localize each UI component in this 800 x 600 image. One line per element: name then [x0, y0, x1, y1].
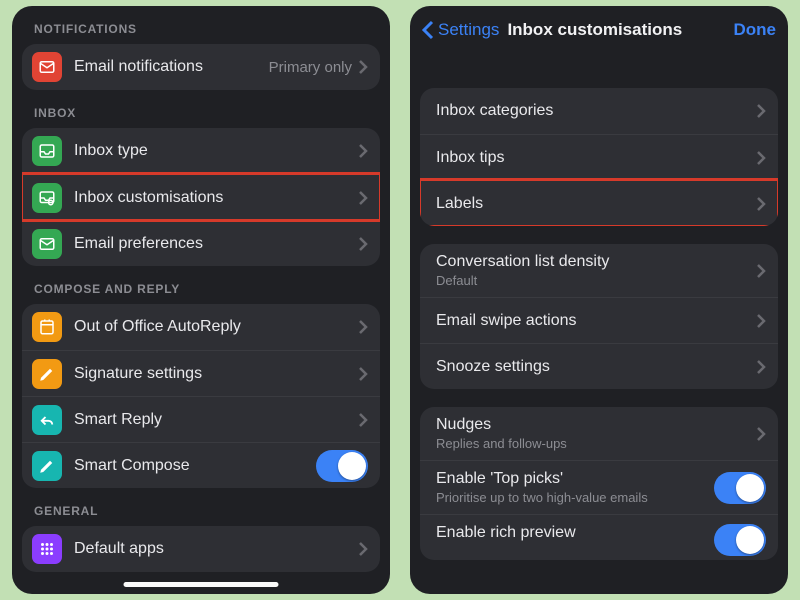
section-header-notifications: NOTIFICATIONS — [12, 6, 390, 44]
row-label: Enable rich preview — [436, 524, 714, 542]
row-out-of-office[interactable]: Out of Office AutoReply — [22, 304, 380, 350]
row-inbox-tips[interactable]: Inbox tips — [420, 134, 778, 180]
row-label: Inbox tips — [436, 149, 756, 167]
row-label: Inbox type — [74, 142, 358, 160]
chevron-right-icon — [358, 319, 368, 335]
chevron-right-icon — [358, 366, 368, 382]
reply-icon — [32, 405, 62, 435]
pencil-icon — [32, 451, 62, 481]
row-inbox-categories[interactable]: Inbox categories — [420, 88, 778, 134]
row-email-preferences[interactable]: Email preferences — [22, 220, 380, 266]
settings-screen-left: NOTIFICATIONS Email notifications Primar… — [12, 6, 390, 594]
chevron-right-icon — [756, 313, 766, 329]
apps-grid-icon — [32, 534, 62, 564]
top-picks-toggle[interactable] — [714, 472, 766, 504]
inbox-customisations-screen: Settings Inbox customisations Done Inbox… — [410, 6, 788, 594]
chevron-right-icon — [358, 236, 368, 252]
row-sublabel: Replies and follow-ups — [436, 436, 756, 451]
row-sublabel: Default — [436, 273, 756, 288]
calendar-icon — [32, 312, 62, 342]
chevron-right-icon — [358, 59, 368, 75]
row-email-swipe-actions[interactable]: Email swipe actions — [420, 297, 778, 343]
row-signature-settings[interactable]: Signature settings — [22, 350, 380, 396]
chevron-right-icon — [756, 426, 766, 442]
row-label: Email preferences — [74, 235, 358, 253]
row-enable-top-picks[interactable]: Enable 'Top picks' Prioritise up to two … — [420, 460, 778, 514]
row-smart-compose[interactable]: Smart Compose — [22, 442, 380, 488]
row-smart-reply[interactable]: Smart Reply — [22, 396, 380, 442]
row-label: Inbox customisations — [74, 189, 358, 207]
chevron-right-icon — [756, 263, 766, 279]
row-label: Smart Compose — [74, 457, 316, 475]
chevron-right-icon — [358, 143, 368, 159]
smart-compose-toggle[interactable] — [316, 450, 368, 482]
chevron-right-icon — [756, 103, 766, 119]
row-email-notifications[interactable]: Email notifications Primary only — [22, 44, 380, 90]
row-label: Email notifications — [74, 58, 263, 76]
row-sublabel: Prioritise up to two high-value emails — [436, 490, 714, 505]
row-label: Signature settings — [74, 365, 358, 383]
row-label: Out of Office AutoReply — [74, 318, 358, 336]
row-label: Inbox categories — [436, 102, 756, 120]
row-snooze-settings[interactable]: Snooze settings — [420, 343, 778, 389]
envelope-icon — [32, 229, 62, 259]
rich-preview-toggle[interactable] — [714, 524, 766, 556]
row-nudges[interactable]: Nudges Replies and follow-ups — [420, 407, 778, 460]
chevron-right-icon — [358, 190, 368, 206]
row-value: Primary only — [269, 59, 352, 76]
row-enable-rich-preview[interactable]: Enable rich preview — [420, 514, 778, 560]
page-title: Inbox customisations — [507, 20, 733, 40]
mail-icon — [32, 52, 62, 82]
section-header-general: GENERAL — [12, 488, 390, 526]
row-label: Email swipe actions — [436, 312, 756, 330]
section-header-inbox: INBOX — [12, 90, 390, 128]
done-button[interactable]: Done — [734, 20, 777, 40]
row-default-apps[interactable]: Default apps — [22, 526, 380, 572]
row-label: Conversation list density — [436, 253, 756, 271]
row-label: Labels — [436, 195, 756, 213]
chevron-right-icon — [358, 541, 368, 557]
chevron-right-icon — [756, 196, 766, 212]
chevron-right-icon — [756, 150, 766, 166]
row-conversation-density[interactable]: Conversation list density Default — [420, 244, 778, 297]
chevron-right-icon — [358, 412, 368, 428]
back-label: Settings — [438, 20, 499, 40]
inbox-icon — [32, 136, 62, 166]
row-inbox-customisations[interactable]: Inbox customisations — [22, 174, 380, 220]
inbox-customise-icon — [32, 183, 62, 213]
section-header-compose: COMPOSE AND REPLY — [12, 266, 390, 304]
back-button[interactable]: Settings — [422, 20, 499, 40]
row-label: Nudges — [436, 416, 756, 434]
row-labels[interactable]: Labels — [420, 180, 778, 226]
chevron-right-icon — [756, 359, 766, 375]
row-label: Smart Reply — [74, 411, 358, 429]
row-label: Default apps — [74, 540, 358, 558]
home-indicator[interactable] — [124, 582, 279, 587]
pen-icon — [32, 359, 62, 389]
row-label: Enable 'Top picks' — [436, 470, 714, 488]
row-label: Snooze settings — [436, 358, 756, 376]
row-inbox-type[interactable]: Inbox type — [22, 128, 380, 174]
navbar: Settings Inbox customisations Done — [410, 6, 788, 54]
